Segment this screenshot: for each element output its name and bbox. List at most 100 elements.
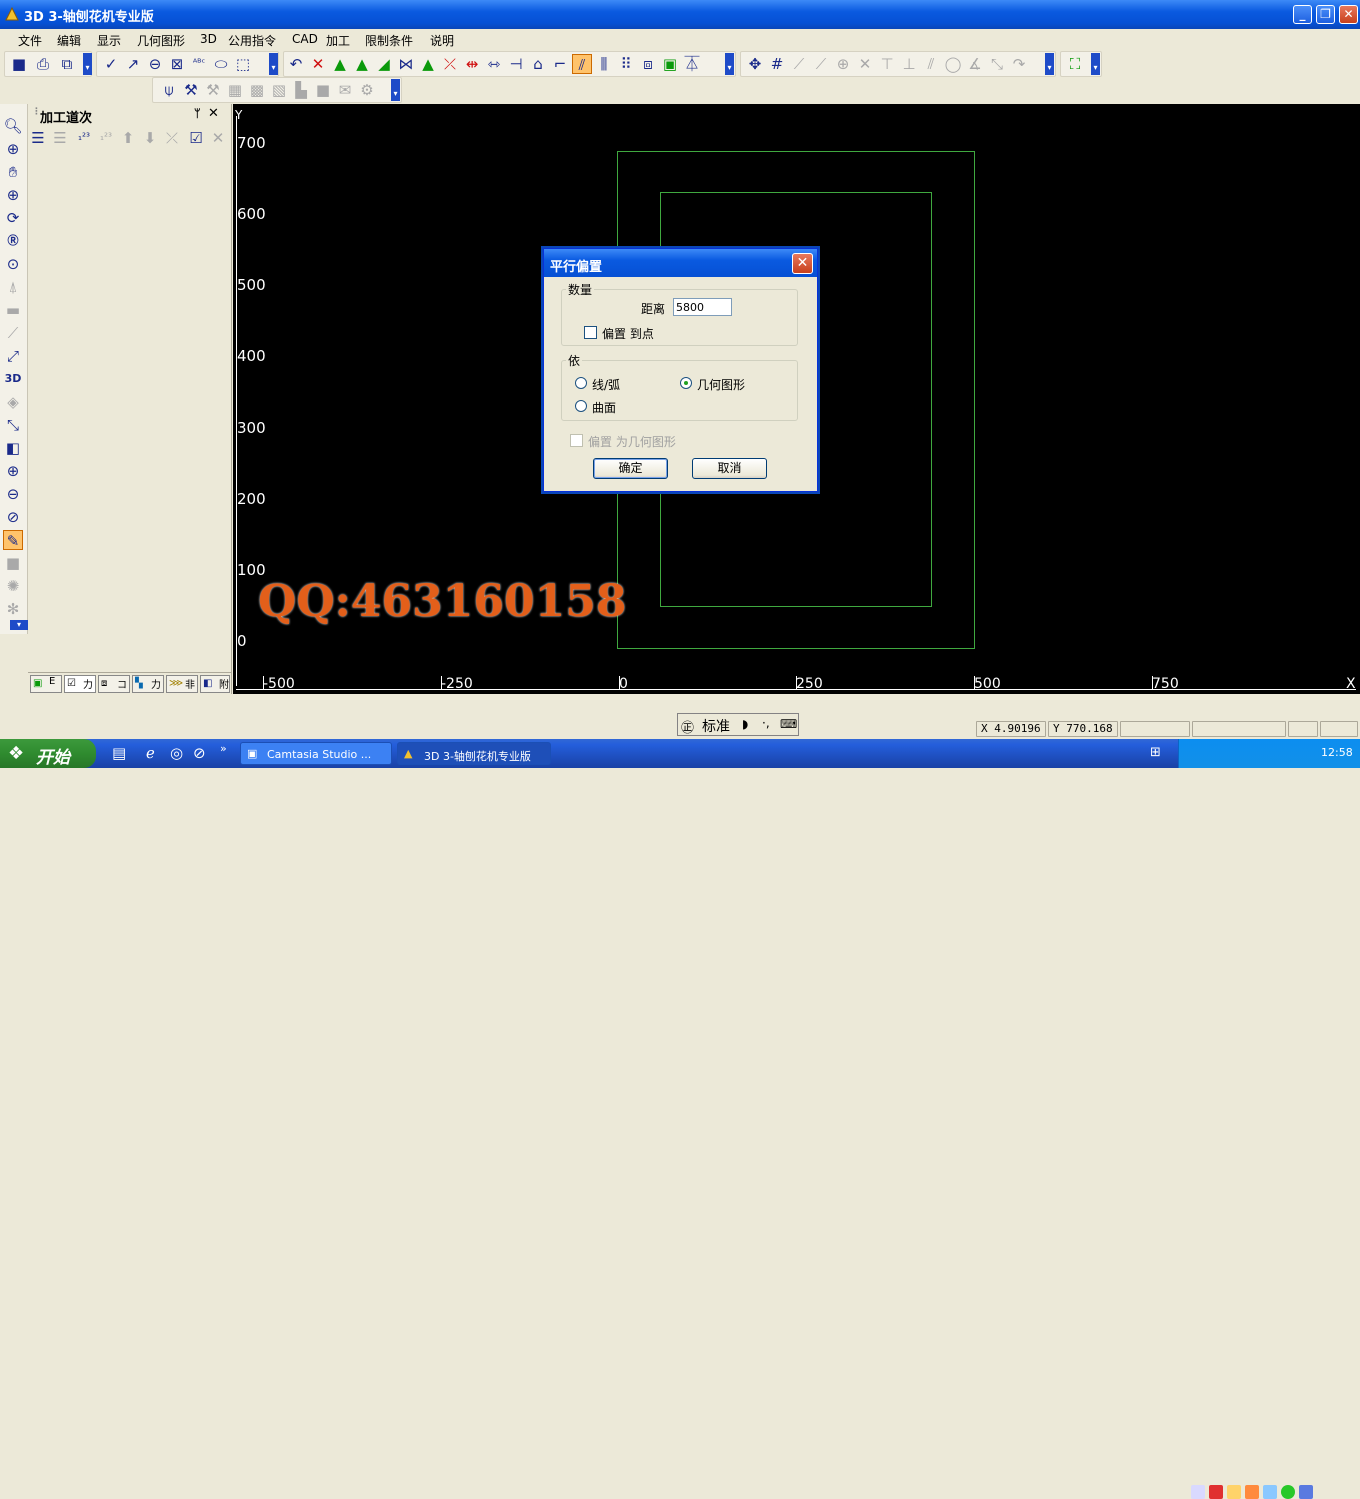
toolbar-overflow-icon[interactable]: ▾: [269, 53, 278, 75]
cancel-button[interactable]: 取消: [692, 458, 767, 479]
quicklaunch-more-icon[interactable]: »: [220, 742, 227, 755]
radio-geometry[interactable]: [680, 377, 692, 389]
transform-icon[interactable]: ⬚: [233, 54, 253, 74]
mirror-icon[interactable]: ⋈: [396, 54, 416, 74]
ie-icon[interactable]: ℯ: [146, 744, 155, 762]
tab-layers[interactable]: ▣ E: [30, 675, 62, 693]
break-icon[interactable]: ⤫: [440, 54, 460, 74]
tab-attach[interactable]: ◧ 附: [200, 675, 230, 693]
menu-3d[interactable]: 3D: [200, 32, 217, 46]
menu-utilities[interactable]: 公用指令: [228, 32, 276, 49]
trim-icon[interactable]: ▲: [330, 54, 350, 74]
radio-surface[interactable]: [575, 400, 587, 412]
zoom-icon[interactable]: 🔍︎: [3, 116, 23, 136]
task-3d-app[interactable]: ▲ 3D 3-轴刨花机专业版: [397, 742, 551, 765]
undo-icon[interactable]: ↶: [286, 54, 306, 74]
print-icon[interactable]: ⎙: [33, 54, 53, 74]
bounding-box-icon[interactable]: ⧈: [638, 54, 658, 74]
tab-solids[interactable]: ⧈ コ: [98, 675, 130, 693]
rotate-icon[interactable]: ⟳: [3, 208, 23, 228]
menu-constraints[interactable]: 限制条件: [365, 32, 413, 49]
show-desktop-icon[interactable]: ▤: [112, 744, 126, 762]
tray-flag-icon[interactable]: [1209, 1485, 1223, 1499]
ok-button[interactable]: 确定: [593, 458, 668, 479]
menu-help[interactable]: 说明: [430, 32, 454, 49]
toolbar-overflow-icon[interactable]: ▾: [1091, 53, 1100, 75]
array-icon[interactable]: ⫼: [594, 54, 614, 74]
language-icon[interactable]: ⊞: [1150, 745, 1161, 760]
drill-icon[interactable]: ⍦: [159, 80, 179, 100]
shade-icon[interactable]: ◧: [3, 438, 23, 458]
tab-operations[interactable]: ☑ 力: [64, 675, 96, 693]
pencil-icon[interactable]: ✎: [3, 530, 23, 550]
distance-input[interactable]: [673, 298, 732, 316]
ime-keyboard-icon[interactable]: ⌨: [780, 717, 797, 731]
panel-close-icon[interactable]: ✕: [208, 106, 219, 121]
pan-icon[interactable]: ✋︎: [3, 162, 23, 182]
menu-machining[interactable]: 加工: [326, 32, 350, 49]
restore-button[interactable]: ❐: [1316, 5, 1335, 24]
toolbar-overflow-icon[interactable]: ▾: [725, 53, 734, 75]
radio-line-arc[interactable]: [575, 377, 587, 389]
menu-file[interactable]: 文件: [18, 32, 42, 49]
chamfer-icon[interactable]: ⌐: [550, 54, 570, 74]
redraw-icon[interactable]: Ⓡ: [3, 231, 23, 251]
browser-icon[interactable]: ◎: [170, 744, 183, 762]
op-order-icon[interactable]: ₁²³: [74, 128, 94, 148]
tray-usb-icon[interactable]: [1299, 1485, 1313, 1499]
join-icon[interactable]: ⇿: [484, 54, 504, 74]
toolbar-overflow-icon[interactable]: ▾: [10, 620, 28, 630]
tray-network-icon[interactable]: [1191, 1485, 1205, 1499]
zoom-plus-icon[interactable]: ⊕: [3, 461, 23, 481]
quicklaunch-icon[interactable]: ⊘: [193, 744, 206, 762]
grid-array-icon[interactable]: ⠿: [616, 54, 636, 74]
tray-volume-icon[interactable]: [1245, 1485, 1259, 1499]
toolbar-overflow-icon[interactable]: ▾: [83, 53, 92, 75]
ellipse-icon[interactable]: ⬭: [211, 54, 231, 74]
menu-cad[interactable]: CAD: [292, 32, 318, 46]
ime-mode[interactable]: 标准: [702, 716, 730, 736]
ime-punct-icon[interactable]: ·,: [762, 716, 770, 730]
extend-line-icon[interactable]: ⊣: [506, 54, 526, 74]
fit-icon[interactable]: ⤡: [3, 415, 23, 435]
tab-pattern[interactable]: ⋙ 非: [166, 675, 198, 693]
dialog-close-button[interactable]: ✕: [792, 253, 813, 274]
3d-view-icon[interactable]: 3D: [3, 369, 23, 389]
op-check-icon[interactable]: ☑: [186, 128, 206, 148]
fillet-icon[interactable]: ◢: [374, 54, 394, 74]
grid-icon[interactable]: #: [767, 54, 787, 74]
extend-icon[interactable]: ▲: [352, 54, 372, 74]
tab-tools[interactable]: ▚ 力: [132, 675, 164, 693]
parallel-offset-icon[interactable]: ⫽: [572, 54, 592, 74]
minimize-button[interactable]: _: [1293, 5, 1312, 24]
offset-icon[interactable]: ▲: [418, 54, 438, 74]
split-icon[interactable]: ⇹: [462, 54, 482, 74]
zoom-prev-icon[interactable]: ⊘: [3, 507, 23, 527]
rectangle-diag-icon[interactable]: ⊠: [167, 54, 187, 74]
tray-app-icon[interactable]: [1227, 1485, 1241, 1499]
center-icon[interactable]: ⊙: [3, 254, 23, 274]
close-button[interactable]: ✕: [1339, 5, 1358, 24]
tray-security-icon[interactable]: [1263, 1485, 1277, 1499]
zoom-minus-icon[interactable]: ⊖: [3, 484, 23, 504]
circle-line-icon[interactable]: ⊖: [145, 54, 165, 74]
ime-logo-icon[interactable]: ㊣: [681, 717, 694, 736]
layer-icon[interactable]: ▣: [660, 54, 680, 74]
view-iso-icon[interactable]: ⤢: [3, 346, 23, 366]
task-camtasia[interactable]: ▣ Camtasia Studio ...: [240, 742, 392, 765]
move-icon[interactable]: ✥: [745, 54, 765, 74]
op-list-icon[interactable]: ☰: [28, 128, 48, 148]
line-icon[interactable]: ↗: [123, 54, 143, 74]
dimension-icon[interactable]: ⏄: [682, 54, 702, 74]
polyline-icon[interactable]: ✓: [101, 54, 121, 74]
start-button[interactable]: ❖ 开始: [0, 739, 96, 768]
tray-update-icon[interactable]: [1281, 1485, 1295, 1499]
delete-icon[interactable]: ✕: [308, 54, 328, 74]
toolbar-overflow-icon[interactable]: ▾: [1045, 53, 1054, 75]
save-icon[interactable]: ■: [9, 54, 29, 74]
copy-icon[interactable]: ⧉: [57, 54, 77, 74]
offset-to-point-checkbox[interactable]: [584, 326, 597, 339]
toolbar-overflow-icon[interactable]: ▾: [391, 79, 400, 101]
zoom-in-icon[interactable]: ⊕: [3, 185, 23, 205]
arc-icon[interactable]: ⌂: [528, 54, 548, 74]
